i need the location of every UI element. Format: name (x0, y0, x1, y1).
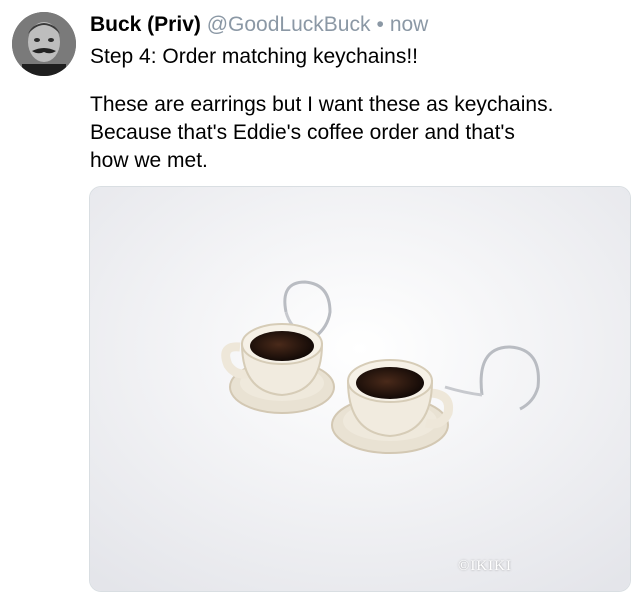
tweet-header: Buck (Priv) @GoodLuckBuck • now (90, 10, 428, 40)
tweet-media-image[interactable]: ©IKIKI (89, 186, 631, 592)
coffee-cup-earrings-photo-icon (90, 187, 630, 591)
tweet[interactable]: Buck (Priv) @GoodLuckBuck • now Step 4: Or… (0, 0, 640, 602)
profile-photo-icon (12, 12, 76, 76)
handle[interactable]: @GoodLuckBuck (207, 13, 371, 36)
separator-dot: • (376, 13, 384, 36)
tweet-text: These are earrings but I want these as k… (90, 93, 554, 172)
tweet-first-line: Step 4: Order matching keychains!! (90, 45, 418, 68)
timestamp[interactable]: now (390, 13, 429, 36)
display-name[interactable]: Buck (Priv) (90, 13, 201, 36)
image-watermark: ©IKIKI (457, 558, 512, 574)
avatar[interactable] (12, 12, 76, 76)
